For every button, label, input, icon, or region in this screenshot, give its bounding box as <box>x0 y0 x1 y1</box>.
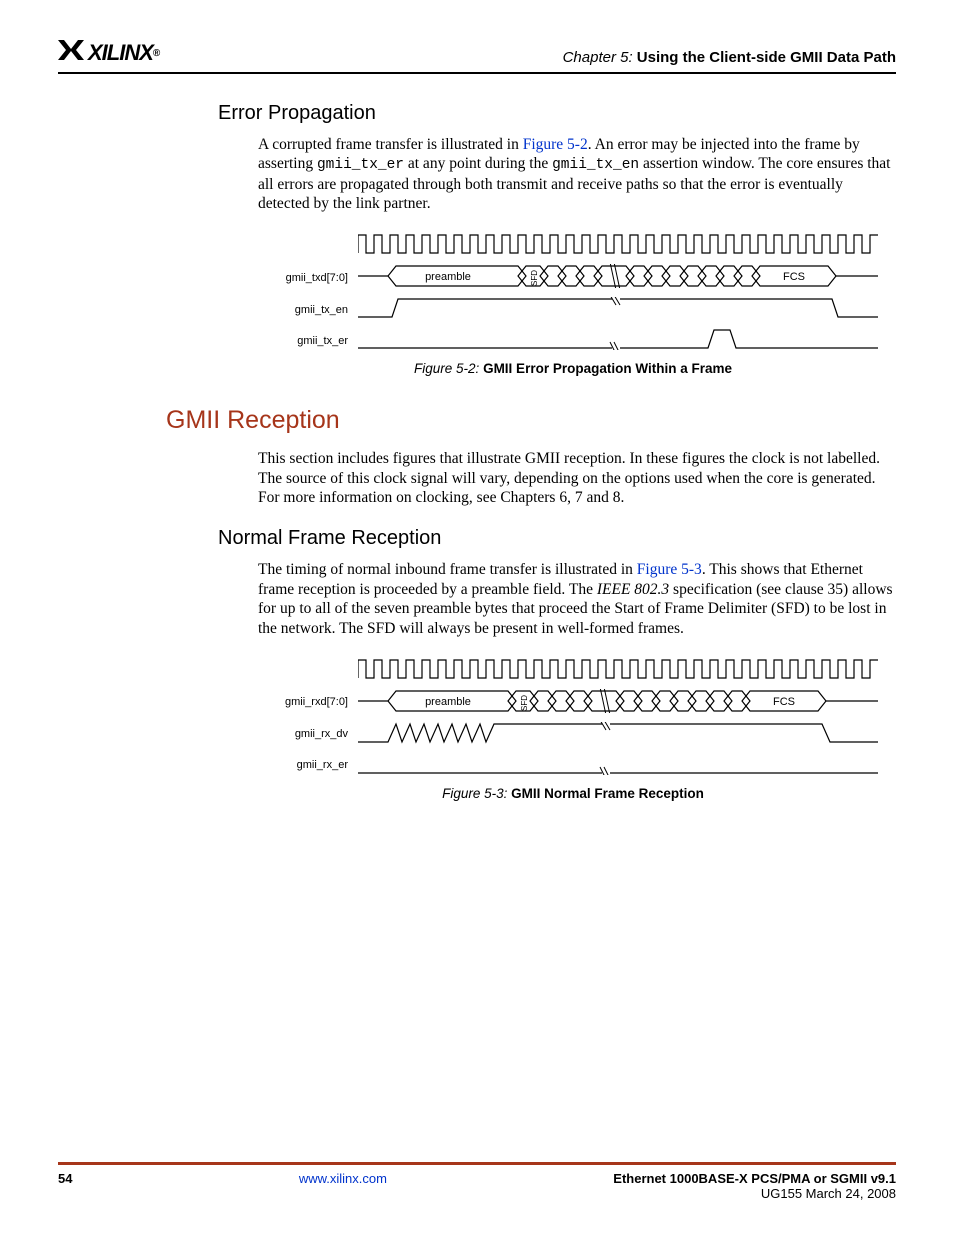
clock-waveform-rx <box>358 658 888 683</box>
para-error-propagation: A corrupted frame transfer is illustrate… <box>258 135 896 213</box>
wave-rx-dv <box>358 722 888 747</box>
wave-rx-er <box>358 753 888 778</box>
label-gmii-tx-en: gmii_tx_en <box>258 304 358 316</box>
footer-url[interactable]: www.xilinx.com <box>72 1171 613 1201</box>
page-header: XILINX® Chapter 5: Using the Client-side… <box>58 40 896 74</box>
label-gmii-rxd: gmii_rxd[7:0] <box>258 696 358 708</box>
page-number: 54 <box>58 1171 72 1201</box>
link-figure-5-3[interactable]: Figure 5-3 <box>637 561 702 578</box>
figure-5-3-caption: Figure 5-3: GMII Normal Frame Reception <box>258 786 888 801</box>
para-normal-frame-reception: The timing of normal inbound frame trans… <box>258 560 896 638</box>
code-gmii-tx-en: gmii_tx_en <box>552 157 639 173</box>
label-gmii-rx-er: gmii_rx_er <box>258 759 358 771</box>
label-gmii-tx-er: gmii_tx_er <box>258 335 358 347</box>
heading-gmii-reception: GMII Reception <box>166 406 896 435</box>
code-gmii-tx-er: gmii_tx_er <box>317 157 404 173</box>
bus-rxd: preamble SFD <box>358 689 888 716</box>
bus-txd: preamble SFD <box>358 264 888 291</box>
heading-normal-frame-reception: Normal Frame Reception <box>218 527 896 550</box>
clock-waveform <box>358 233 888 258</box>
bus-preamble-label: preamble <box>425 271 471 283</box>
figure-5-3: gmii_rxd[7:0] preamble SFD <box>258 658 888 801</box>
footer-doc-info: Ethernet 1000BASE-X PCS/PMA or SGMII v9.… <box>613 1171 896 1201</box>
svg-text:SFD: SFD <box>520 695 529 711</box>
registered-icon: ® <box>153 48 159 59</box>
chapter-title: Chapter 5: Using the Client-side GMII Da… <box>563 49 896 66</box>
svg-text:FCS: FCS <box>773 696 795 708</box>
heading-error-propagation: Error Propagation <box>218 102 896 125</box>
svg-text:SFD: SFD <box>530 270 539 286</box>
para-gmii-reception: This section includes figures that illus… <box>258 449 896 507</box>
link-figure-5-2[interactable]: Figure 5-2 <box>523 136 588 153</box>
logo-text: XILINX <box>88 40 153 66</box>
page-footer: 54 www.xilinx.com Ethernet 1000BASE-X PC… <box>58 1162 896 1201</box>
label-gmii-rx-dv: gmii_rx_dv <box>258 728 358 740</box>
figure-5-2-caption: Figure 5-2: GMII Error Propagation Withi… <box>258 361 888 376</box>
xilinx-logo: XILINX® <box>58 40 159 66</box>
label-gmii-txd: gmii_txd[7:0] <box>258 272 358 284</box>
logo-mark-icon <box>58 40 84 66</box>
figure-5-2: gmii_txd[7:0] preamble SFD <box>258 233 888 376</box>
svg-text:preamble: preamble <box>425 696 471 708</box>
spec-ieee-8023: IEEE 802.3 <box>597 581 669 598</box>
svg-text:FCS: FCS <box>783 271 805 283</box>
wave-tx-en <box>358 297 888 322</box>
wave-tx-er <box>358 328 888 353</box>
